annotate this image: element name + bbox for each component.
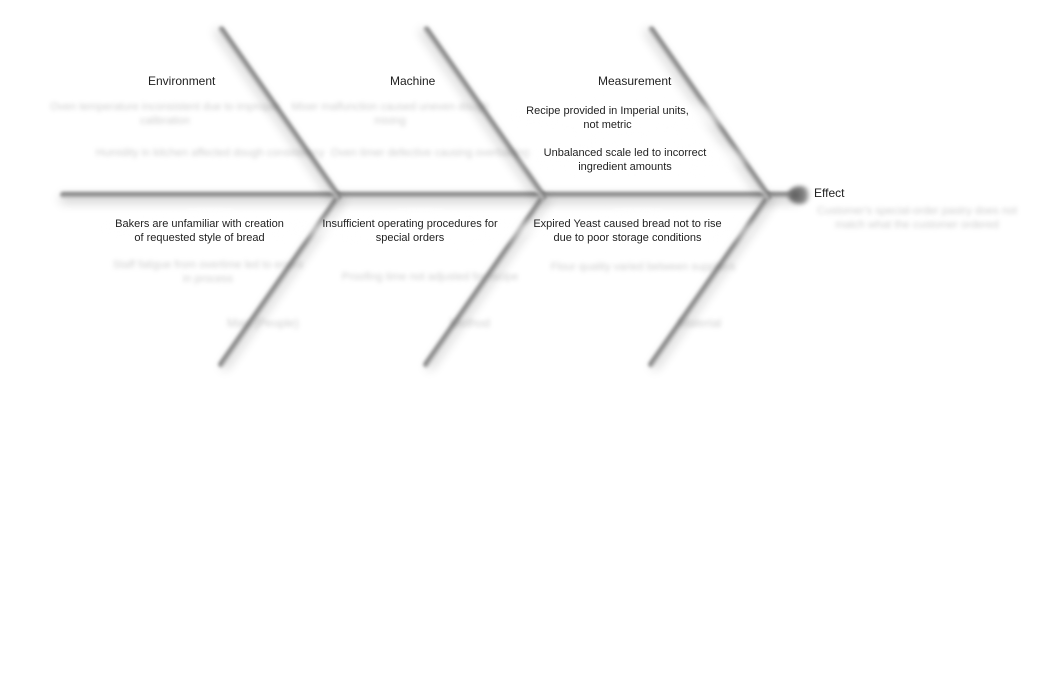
spine-arrowhead <box>788 186 812 204</box>
category-method-ghost: Method <box>430 316 510 330</box>
effect-label: Effect <box>814 186 844 200</box>
environment-cause-2-ghost: Humidity in kitchen affected dough consi… <box>95 146 325 160</box>
measurement-cause-2: Unbalanced scale led to incorrect ingred… <box>530 146 720 174</box>
material-cause-1: Expired Yeast caused bread not to rise d… <box>530 217 725 245</box>
people-cause-1: Bakers are unfamiliar with creation of r… <box>112 217 287 245</box>
machine-cause-1-ghost: Mixer malfunction caused uneven dough mi… <box>290 100 490 128</box>
method-cause-2-ghost: Proofing time not adjusted for recipe <box>330 270 530 284</box>
material-cause-2-ghost: Flour quality varied between suppliers <box>548 260 738 274</box>
category-environment: Environment <box>148 74 215 88</box>
spine <box>60 192 800 198</box>
people-cause-2-ghost: Staff fatigue from overtime led to error… <box>108 258 308 286</box>
category-people-ghost: Man (People) <box>218 316 308 330</box>
method-cause-1: Insufficient operating procedures for sp… <box>320 217 500 245</box>
environment-cause-1-ghost: Oven temperature inconsistent due to imp… <box>50 100 280 128</box>
fishbone-diagram: Environment Machine Measurement Effect C… <box>0 0 1062 676</box>
machine-cause-2-ghost: Oven timer defective causing overbaking <box>330 146 530 160</box>
measurement-cause-1: Recipe provided in Imperial units, not m… <box>520 104 695 132</box>
category-material-ghost: Material <box>660 316 740 330</box>
category-measurement: Measurement <box>598 74 671 88</box>
category-machine: Machine <box>390 74 435 88</box>
effect-description-ghost: Customer's special-order pastry does not… <box>812 204 1022 232</box>
